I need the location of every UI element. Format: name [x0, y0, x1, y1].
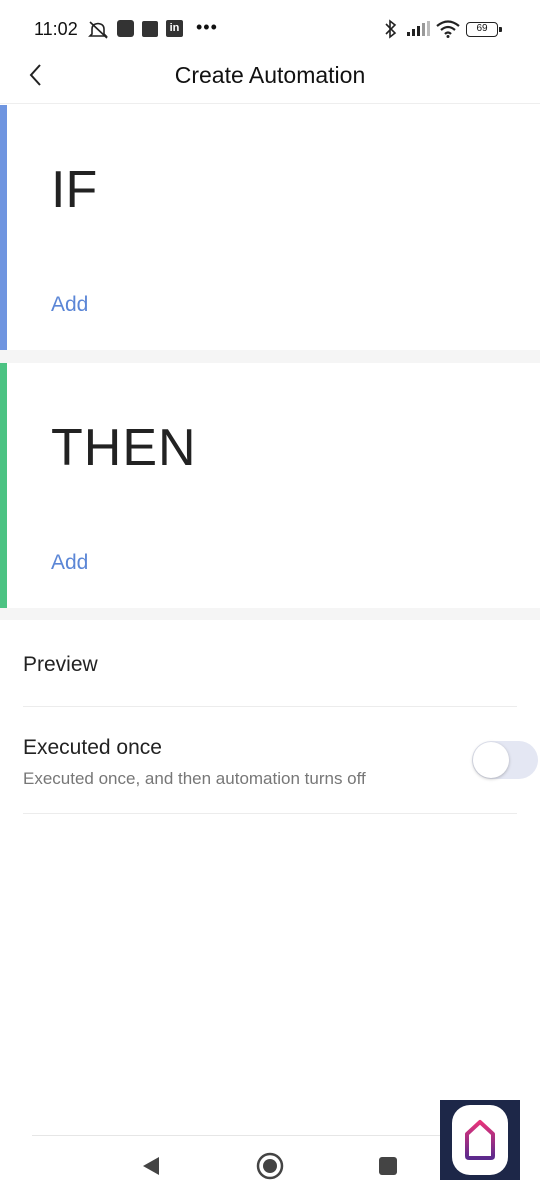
section-gap: [0, 350, 540, 363]
status-bar: 11:02 in ••• 69: [0, 0, 540, 58]
nav-back-button[interactable]: [133, 1150, 169, 1186]
executed-once-title: Executed once: [23, 736, 162, 759]
nav-home-button[interactable]: [252, 1150, 288, 1186]
battery-icon: 69: [466, 22, 502, 37]
app-icon: [142, 21, 158, 37]
nav-recents-icon: [377, 1155, 399, 1182]
nav-divider: [32, 1135, 508, 1136]
page-title: Create Automation: [174, 62, 366, 88]
notification-icon: [117, 20, 134, 37]
app-overlay-badge[interactable]: [440, 1100, 520, 1180]
executed-once-toggle[interactable]: [472, 741, 538, 779]
then-accent-bar: [0, 363, 7, 608]
if-title: IF: [51, 161, 98, 219]
section-gap: [0, 608, 540, 620]
if-condition-section: IF Add: [0, 105, 540, 350]
nav-home-icon: [255, 1151, 285, 1186]
wifi-icon: [436, 20, 460, 43]
more-icon: •••: [196, 17, 218, 37]
nav-recents-button[interactable]: [370, 1150, 406, 1186]
toggle-knob: [473, 742, 509, 778]
nav-back-icon: [140, 1155, 162, 1182]
mute-icon: [88, 20, 110, 45]
status-time: 11:02: [34, 19, 78, 39]
add-action-button[interactable]: Add: [51, 551, 88, 575]
preview-label: Preview: [23, 653, 98, 676]
executed-once-row: Executed once Executed once, and then au…: [23, 708, 538, 814]
linkedin-icon: in: [166, 20, 183, 37]
executed-once-description: Executed once, and then automation turns…: [23, 769, 366, 788]
preview-row[interactable]: Preview: [23, 620, 517, 707]
app-header: Create Automation: [0, 58, 540, 104]
add-condition-button[interactable]: Add: [51, 293, 88, 317]
home-app-icon: [452, 1105, 508, 1175]
bluetooth-icon: [384, 19, 398, 44]
then-title: THEN: [51, 419, 197, 477]
signal-icon: [406, 21, 432, 42]
if-accent-bar: [0, 105, 7, 350]
then-action-section: THEN Add: [0, 363, 540, 608]
